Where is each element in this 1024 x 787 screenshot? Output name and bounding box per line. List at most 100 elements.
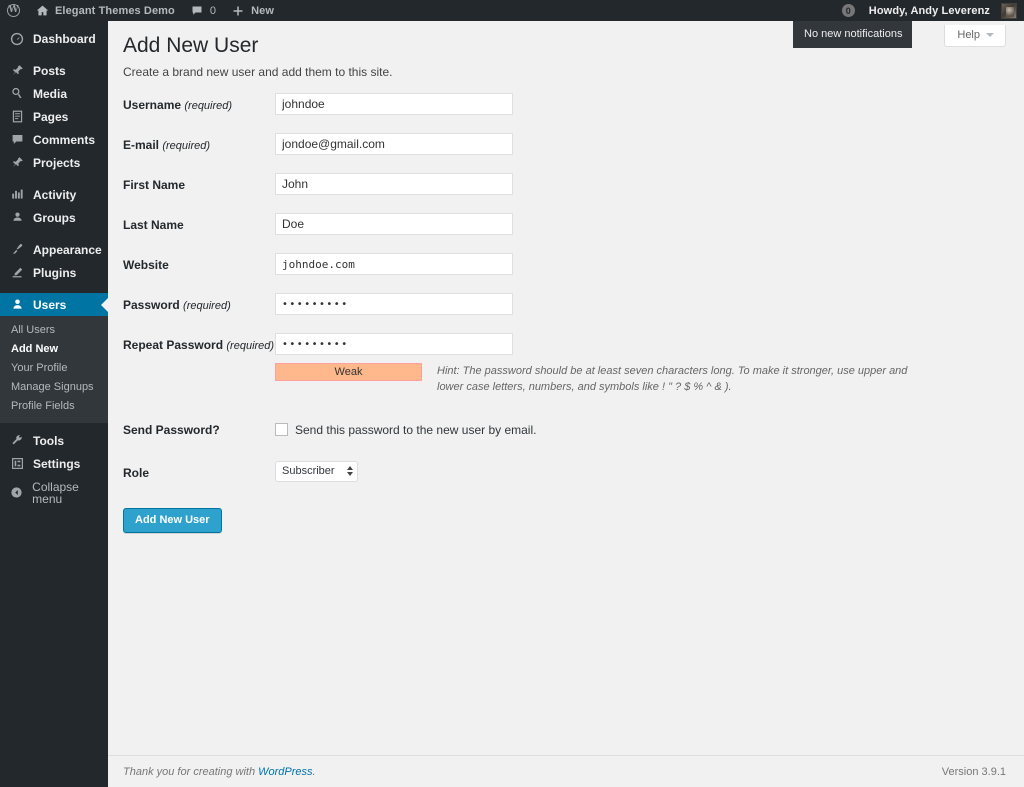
repeat-password-input[interactable] bbox=[275, 333, 513, 355]
send-password-checkbox[interactable] bbox=[275, 423, 288, 436]
groups-icon bbox=[9, 211, 25, 225]
sidebar-item-collapse-menu[interactable]: Collapse menu bbox=[0, 481, 108, 504]
help-tab-button[interactable]: Help bbox=[944, 25, 1006, 47]
password-hint-text: Hint: The password should be at least se… bbox=[437, 363, 920, 396]
admin-bar: W Elegant Themes Demo 0 New 0 Howdy, And… bbox=[0, 0, 1024, 21]
comments-menu[interactable]: 0 bbox=[182, 0, 223, 21]
sidebar-item-label: Pages bbox=[33, 111, 68, 123]
new-content-menu[interactable]: New bbox=[223, 0, 281, 21]
submenu-item-add-new[interactable]: Add New bbox=[0, 340, 108, 359]
admin-sidebar: Dashboard Posts Media Pages Comments Pro… bbox=[0, 21, 108, 787]
form-row-email: E-mail (required) bbox=[123, 133, 1003, 155]
sidebar-item-label: Plugins bbox=[33, 267, 76, 279]
sidebar-item-media[interactable]: Media bbox=[0, 82, 108, 105]
role-select-value: Subscriber bbox=[282, 465, 335, 477]
website-label: Website bbox=[123, 253, 275, 272]
sidebar-item-projects[interactable]: Projects bbox=[0, 151, 108, 174]
last-name-input[interactable] bbox=[275, 213, 513, 235]
email-input[interactable] bbox=[275, 133, 513, 155]
sidebar-item-label: Posts bbox=[33, 65, 66, 77]
submenu-item-profile-fields[interactable]: Profile Fields bbox=[0, 397, 108, 416]
comment-bubble-icon bbox=[9, 133, 25, 147]
wordpress-logo-icon: W bbox=[7, 4, 20, 17]
sidebar-item-pages[interactable]: Pages bbox=[0, 105, 108, 128]
comment-bubble-icon bbox=[189, 4, 205, 18]
plugin-icon bbox=[9, 266, 25, 280]
submenu-item-your-profile[interactable]: Your Profile bbox=[0, 359, 108, 378]
sidebar-item-settings[interactable]: Settings bbox=[0, 452, 108, 475]
footer-credit: Thank you for creating with WordPress. bbox=[123, 766, 316, 778]
username-input[interactable] bbox=[275, 93, 513, 115]
page-icon bbox=[9, 110, 25, 124]
site-name-menu[interactable]: Elegant Themes Demo bbox=[27, 0, 182, 21]
form-row-password: Password (required) bbox=[123, 293, 1003, 315]
sidebar-item-label: Collapse menu bbox=[32, 481, 108, 505]
username-label: Username (required) bbox=[123, 93, 275, 112]
sidebar-item-label: Settings bbox=[33, 458, 80, 470]
sidebar-item-users[interactable]: Users bbox=[0, 293, 108, 316]
password-label: Password (required) bbox=[123, 293, 275, 312]
settings-icon bbox=[9, 457, 25, 471]
form-row-role: Role Subscriber bbox=[123, 461, 1003, 482]
activity-icon bbox=[9, 188, 25, 202]
site-name-label: Elegant Themes Demo bbox=[55, 5, 175, 17]
form-row-username: Username (required) bbox=[123, 93, 1003, 115]
form-row-send-password: Send Password? Send this password to the… bbox=[123, 418, 1003, 439]
collapse-icon bbox=[9, 486, 24, 500]
sidebar-item-label: Appearance bbox=[33, 244, 102, 256]
footer-thanks-prefix: Thank you for creating with bbox=[123, 766, 258, 778]
submenu-item-all-users[interactable]: All Users bbox=[0, 321, 108, 340]
send-password-label: Send Password? bbox=[123, 418, 275, 437]
sidebar-item-groups[interactable]: Groups bbox=[0, 206, 108, 229]
send-password-checkbox-text: Send this password to the new user by em… bbox=[295, 423, 536, 437]
media-icon bbox=[9, 87, 25, 101]
sidebar-item-label: Dashboard bbox=[33, 33, 96, 45]
page-title: Add New User bbox=[123, 32, 258, 59]
form-row-website: Website bbox=[123, 253, 1003, 275]
required-marker: (required) bbox=[162, 140, 210, 152]
required-marker: (required) bbox=[183, 300, 231, 312]
sidebar-item-comments[interactable]: Comments bbox=[0, 128, 108, 151]
sidebar-item-tools[interactable]: Tools bbox=[0, 429, 108, 452]
sidebar-item-label: Projects bbox=[33, 157, 80, 169]
sidebar-item-activity[interactable]: Activity bbox=[0, 183, 108, 206]
my-account-menu[interactable]: Howdy, Andy Leverenz bbox=[862, 0, 1024, 21]
email-label: E-mail (required) bbox=[123, 133, 275, 152]
users-submenu: All Users Add New Your Profile Manage Si… bbox=[0, 316, 108, 423]
sidebar-item-posts[interactable]: Posts bbox=[0, 59, 108, 82]
role-select[interactable]: Subscriber bbox=[275, 461, 358, 482]
sidebar-item-plugins[interactable]: Plugins bbox=[0, 261, 108, 284]
new-content-label: New bbox=[251, 5, 274, 17]
website-input[interactable] bbox=[275, 253, 513, 275]
form-row-repeat-password: Repeat Password (required) bbox=[123, 333, 1003, 355]
sidebar-item-label: Media bbox=[33, 88, 67, 100]
wordpress-link[interactable]: WordPress bbox=[258, 766, 312, 778]
send-password-checkbox-wrapper[interactable]: Send this password to the new user by em… bbox=[275, 418, 536, 439]
add-new-user-submit-button[interactable]: Add New User bbox=[123, 508, 222, 533]
howdy-label: Howdy, Andy Leverenz bbox=[869, 5, 990, 17]
add-new-user-form: Username (required) E-mail (required) Fi… bbox=[123, 93, 1003, 533]
home-icon bbox=[34, 4, 50, 18]
avatar bbox=[1001, 3, 1017, 19]
role-label: Role bbox=[123, 461, 275, 480]
sidebar-item-label: Tools bbox=[33, 435, 64, 447]
sidebar-item-appearance[interactable]: Appearance bbox=[0, 238, 108, 261]
required-marker: (required) bbox=[184, 100, 232, 112]
wrench-icon bbox=[9, 434, 25, 448]
last-name-label: Last Name bbox=[123, 213, 275, 232]
sidebar-item-label: Users bbox=[33, 299, 66, 311]
sidebar-item-dashboard[interactable]: Dashboard bbox=[0, 27, 108, 50]
wp-logo-menu[interactable]: W bbox=[0, 0, 27, 21]
form-row-first-name: First Name bbox=[123, 173, 1003, 195]
first-name-label: First Name bbox=[123, 173, 275, 192]
stepper-arrows-icon bbox=[347, 466, 353, 476]
paintbrush-icon bbox=[9, 243, 25, 257]
pin-icon bbox=[9, 156, 25, 170]
password-input[interactable] bbox=[275, 293, 513, 315]
submenu-item-manage-signups[interactable]: Manage Signups bbox=[0, 378, 108, 397]
first-name-input[interactable] bbox=[275, 173, 513, 195]
notifications-menu[interactable]: 0 bbox=[835, 0, 862, 21]
sidebar-item-label: Activity bbox=[33, 189, 76, 201]
admin-footer: Thank you for creating with WordPress. V… bbox=[108, 755, 1024, 787]
user-icon bbox=[9, 298, 25, 312]
